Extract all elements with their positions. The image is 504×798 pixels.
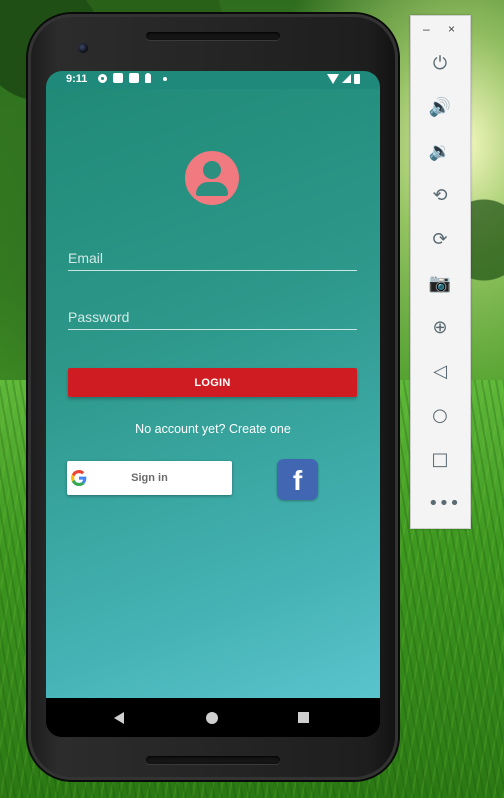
status-time: 9:11	[66, 73, 88, 85]
wifi-icon	[327, 74, 339, 84]
rotate-left-icon[interactable]: ⟲	[428, 184, 452, 208]
rotate-right-icon[interactable]: ⟳	[428, 228, 452, 252]
user-avatar-icon	[185, 151, 239, 205]
close-button[interactable]: ×	[448, 22, 455, 36]
google-sign-in-button[interactable]: Sign in	[67, 461, 232, 495]
volume-down-icon[interactable]: 🔉	[428, 140, 452, 164]
zoom-icon[interactable]: ⊕	[428, 316, 452, 340]
status-system-icons	[327, 74, 360, 84]
nav-back-icon[interactable]	[114, 712, 124, 724]
minimize-button[interactable]: –	[423, 22, 430, 36]
avatar-body	[196, 182, 228, 196]
power-icon[interactable]: ⏻	[428, 52, 452, 76]
facebook-login-button[interactable]: f	[277, 459, 318, 500]
back-icon[interactable]: ◁	[428, 360, 452, 384]
emulator-toolbar: – × ⏻ 🔊 🔉 ⟲ ⟳ 📷 ⊕ ◁ ○ □ •••	[410, 15, 471, 529]
front-camera	[78, 43, 88, 53]
battery-icon	[354, 74, 360, 84]
bottom-speaker	[146, 756, 280, 764]
nav-recents-icon[interactable]	[298, 712, 309, 723]
device-screen: 9:11 LOGIN No account yet? C	[46, 71, 380, 737]
status-bar: 9:11	[46, 71, 380, 89]
more-icon[interactable]: •••	[428, 492, 460, 516]
phone-frame: 9:11 LOGIN No account yet? C	[28, 14, 398, 780]
nav-home-icon[interactable]	[206, 712, 218, 724]
password-input[interactable]	[68, 304, 357, 330]
signal-icon	[342, 74, 351, 83]
navigation-bar	[46, 698, 380, 737]
top-speaker	[146, 32, 280, 40]
facebook-icon: f	[292, 465, 303, 496]
volume-up-icon[interactable]: 🔊	[428, 96, 452, 120]
avatar-head	[203, 161, 221, 179]
email-input[interactable]	[68, 245, 357, 271]
google-sign-in-label: Sign in	[131, 472, 168, 484]
settings-icon	[98, 74, 107, 83]
login-screen: LOGIN No account yet? Create one Sign in…	[46, 89, 380, 698]
create-account-link[interactable]: No account yet? Create one	[46, 422, 380, 436]
notification-d-icon	[113, 73, 123, 83]
camera-icon[interactable]: 📷	[428, 272, 452, 296]
sim-icon	[145, 73, 151, 83]
login-button[interactable]: LOGIN	[68, 368, 357, 397]
home-icon[interactable]: ○	[428, 404, 452, 428]
more-notifications-dot-icon	[163, 77, 167, 81]
image-icon	[129, 73, 139, 83]
overview-icon[interactable]: □	[428, 448, 452, 472]
status-notification-icons	[98, 73, 167, 83]
